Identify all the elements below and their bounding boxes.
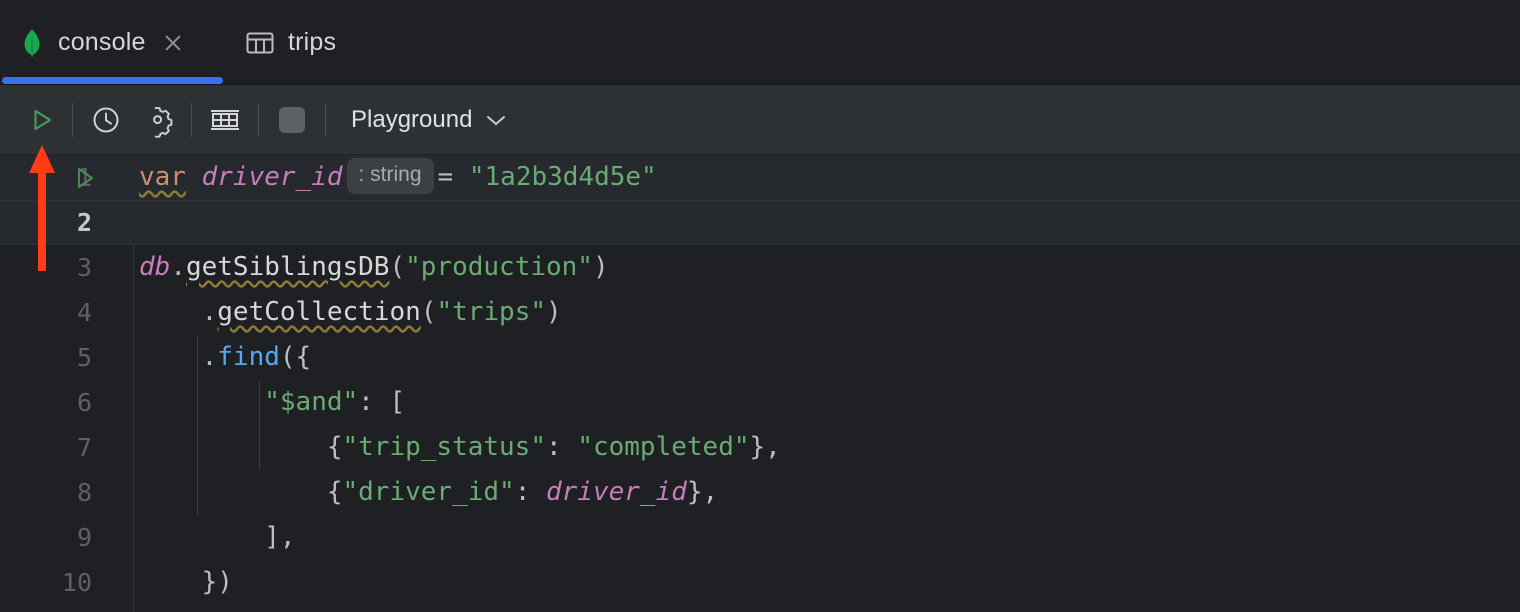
code-token: : [ bbox=[358, 380, 405, 425]
code-token: { bbox=[139, 470, 343, 515]
code-line[interactable]: 10 }) bbox=[0, 560, 1520, 605]
run-playground-button[interactable] bbox=[20, 98, 64, 142]
code-token: ) bbox=[546, 290, 562, 335]
code-token: ) bbox=[593, 245, 609, 290]
toolbar-divider bbox=[325, 103, 326, 137]
code-line[interactable]: 5 .find({ bbox=[0, 335, 1520, 380]
code-token: : bbox=[546, 425, 577, 470]
code-editor[interactable]: 1var driver_id: string= "1a2b3d4d5e"23db… bbox=[0, 155, 1520, 612]
code-token: driver_id bbox=[202, 155, 343, 200]
line-number: 9 bbox=[0, 523, 100, 552]
toolbar-divider bbox=[258, 103, 259, 137]
code-token: . bbox=[139, 290, 217, 335]
code-line[interactable]: 3db.getSiblingsDB("production") bbox=[0, 245, 1520, 290]
code-token: "1a2b3d4d5e" bbox=[469, 155, 657, 200]
code-line[interactable]: 9 ], bbox=[0, 515, 1520, 560]
code-token: "$and" bbox=[264, 380, 358, 425]
code-token: driver_id bbox=[546, 470, 687, 515]
settings-button[interactable] bbox=[136, 98, 180, 142]
context-dropdown[interactable]: Playground bbox=[343, 98, 514, 142]
code-token: find bbox=[217, 335, 280, 380]
line-number: 4 bbox=[0, 298, 100, 327]
table-view-button[interactable] bbox=[203, 98, 247, 142]
code-token: ({ bbox=[280, 335, 311, 380]
code-token: db bbox=[139, 245, 170, 290]
code-token: getSiblingsDB bbox=[186, 245, 390, 290]
close-icon[interactable] bbox=[160, 30, 186, 56]
line-number: 5 bbox=[0, 343, 100, 372]
context-dropdown-label: Playground bbox=[351, 106, 472, 134]
table-grid-icon bbox=[210, 107, 240, 133]
line-number: 6 bbox=[0, 388, 100, 417]
code-line[interactable]: 6 "$and": [ bbox=[0, 380, 1520, 425]
code-token: ( bbox=[421, 290, 437, 335]
stop-square-icon bbox=[279, 107, 305, 133]
run-line-gutter-icon[interactable] bbox=[72, 165, 98, 191]
history-button[interactable] bbox=[84, 98, 128, 142]
editor-tab-bar: console trips bbox=[0, 0, 1520, 85]
line-number: 7 bbox=[0, 433, 100, 462]
code-text: var driver_id: string= "1a2b3d4d5e" bbox=[139, 155, 657, 200]
code-token: "trip_status" bbox=[343, 425, 547, 470]
code-token: var bbox=[139, 155, 186, 200]
chevron-down-icon bbox=[486, 114, 506, 126]
code-text: ], bbox=[139, 515, 296, 560]
toolbar-divider bbox=[191, 103, 192, 137]
code-text: {"trip_status": "completed"}, bbox=[139, 425, 781, 470]
code-line[interactable]: 2 bbox=[0, 200, 1520, 245]
code-token: }, bbox=[687, 470, 718, 515]
code-token: "driver_id" bbox=[343, 470, 515, 515]
mongodb-playground-window: console trips bbox=[0, 0, 1520, 612]
code-token bbox=[186, 155, 202, 200]
code-token: { bbox=[139, 425, 343, 470]
code-token: ], bbox=[139, 515, 296, 560]
code-token: . bbox=[170, 245, 186, 290]
code-token: "trips" bbox=[436, 290, 546, 335]
code-token bbox=[139, 380, 264, 425]
code-text: "$and": [ bbox=[139, 380, 405, 425]
mongodb-leaf-icon bbox=[20, 29, 44, 57]
code-line[interactable]: 8 {"driver_id": driver_id}, bbox=[0, 470, 1520, 515]
code-text: db.getSiblingsDB("production") bbox=[139, 245, 609, 290]
clock-icon bbox=[92, 106, 120, 134]
code-text: {"driver_id": driver_id}, bbox=[139, 470, 718, 515]
type-hint-badge[interactable]: : string bbox=[347, 158, 434, 194]
code-token: }, bbox=[750, 425, 781, 470]
tab-console-label: console bbox=[58, 28, 146, 57]
code-token: }) bbox=[139, 560, 233, 605]
code-token: "production" bbox=[405, 245, 593, 290]
stop-button[interactable] bbox=[270, 98, 314, 142]
playground-toolbar: Playground bbox=[0, 85, 1520, 155]
toolbar-divider bbox=[72, 103, 73, 137]
line-number: 8 bbox=[0, 478, 100, 507]
code-text: .getCollection("trips") bbox=[139, 290, 562, 335]
code-token: = bbox=[438, 155, 469, 200]
code-line[interactable]: 1var driver_id: string= "1a2b3d4d5e" bbox=[0, 155, 1520, 200]
tab-trips-label: trips bbox=[288, 28, 336, 57]
annotation-arrow-up bbox=[26, 143, 58, 273]
code-token: : bbox=[515, 470, 546, 515]
code-token: "completed" bbox=[577, 425, 749, 470]
code-line[interactable]: 7 {"trip_status": "completed"}, bbox=[0, 425, 1520, 470]
code-text: }) bbox=[139, 560, 233, 605]
line-number: 10 bbox=[0, 568, 100, 597]
code-token: getCollection bbox=[217, 290, 421, 335]
active-tab-indicator bbox=[2, 77, 223, 84]
table-grid-icon bbox=[246, 31, 274, 55]
tab-trips[interactable]: trips bbox=[226, 0, 356, 85]
code-token: ( bbox=[389, 245, 405, 290]
tab-console[interactable]: console bbox=[0, 0, 226, 85]
code-token: . bbox=[139, 335, 217, 380]
code-line[interactable]: 4 .getCollection("trips") bbox=[0, 290, 1520, 335]
gear-icon bbox=[144, 106, 172, 134]
code-text: .find({ bbox=[139, 335, 311, 380]
play-triangle-icon bbox=[29, 107, 55, 133]
